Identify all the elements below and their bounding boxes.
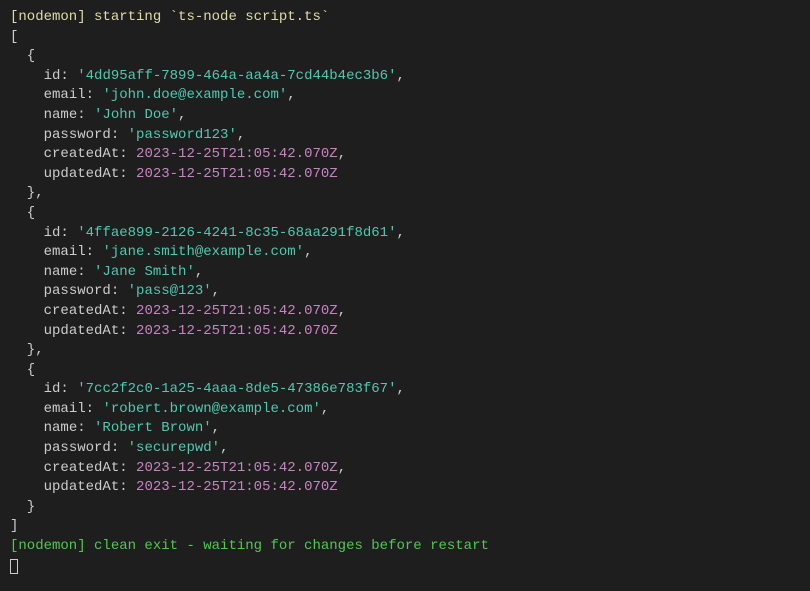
object-close: }, (10, 184, 800, 204)
field-name: name: 'Jane Smith', (10, 263, 800, 283)
object-close: }, (10, 341, 800, 361)
field-updatedAt: updatedAt: 2023-12-25T21:05:42.070Z (10, 165, 800, 185)
field-email: email: 'robert.brown@example.com', (10, 400, 800, 420)
field-email: email: 'jane.smith@example.com', (10, 243, 800, 263)
field-name: name: 'John Doe', (10, 106, 800, 126)
object-open: { (10, 204, 800, 224)
field-updatedAt: updatedAt: 2023-12-25T21:05:42.070Z (10, 322, 800, 342)
field-updatedAt: updatedAt: 2023-12-25T21:05:42.070Z (10, 478, 800, 498)
field-password: password: 'pass@123', (10, 282, 800, 302)
nodemon-tag: [nodemon] (10, 9, 86, 25)
cursor-icon (10, 559, 18, 574)
object-open: { (10, 361, 800, 381)
field-createdAt: createdAt: 2023-12-25T21:05:42.070Z, (10, 459, 800, 479)
nodemon-start-text: starting `ts-node script.ts` (86, 9, 330, 25)
field-id: id: '7cc2f2c0-1a25-4aaa-8de5-47386e783f6… (10, 380, 800, 400)
nodemon-end-line: [nodemon] clean exit - waiting for chang… (10, 537, 800, 557)
field-password: password: 'password123', (10, 126, 800, 146)
array-close: ] (10, 517, 800, 537)
field-id: id: '4ffae899-2126-4241-8c35-68aa291f8d6… (10, 224, 800, 244)
field-password: password: 'securepwd', (10, 439, 800, 459)
nodemon-tag: [nodemon] (10, 538, 86, 554)
array-open: [ (10, 28, 800, 48)
field-email: email: 'john.doe@example.com', (10, 86, 800, 106)
field-createdAt: createdAt: 2023-12-25T21:05:42.070Z, (10, 302, 800, 322)
field-createdAt: createdAt: 2023-12-25T21:05:42.070Z, (10, 145, 800, 165)
terminal-output: [nodemon] starting `ts-node script.ts` [… (10, 8, 800, 576)
cursor-line (10, 557, 800, 577)
nodemon-start-line: [nodemon] starting `ts-node script.ts` (10, 8, 800, 28)
object-open: { (10, 47, 800, 67)
field-name: name: 'Robert Brown', (10, 419, 800, 439)
field-id: id: '4dd95aff-7899-464a-aa4a-7cd44b4ec3b… (10, 67, 800, 87)
nodemon-end-text: clean exit - waiting for changes before … (86, 538, 489, 554)
object-close: } (10, 498, 800, 518)
